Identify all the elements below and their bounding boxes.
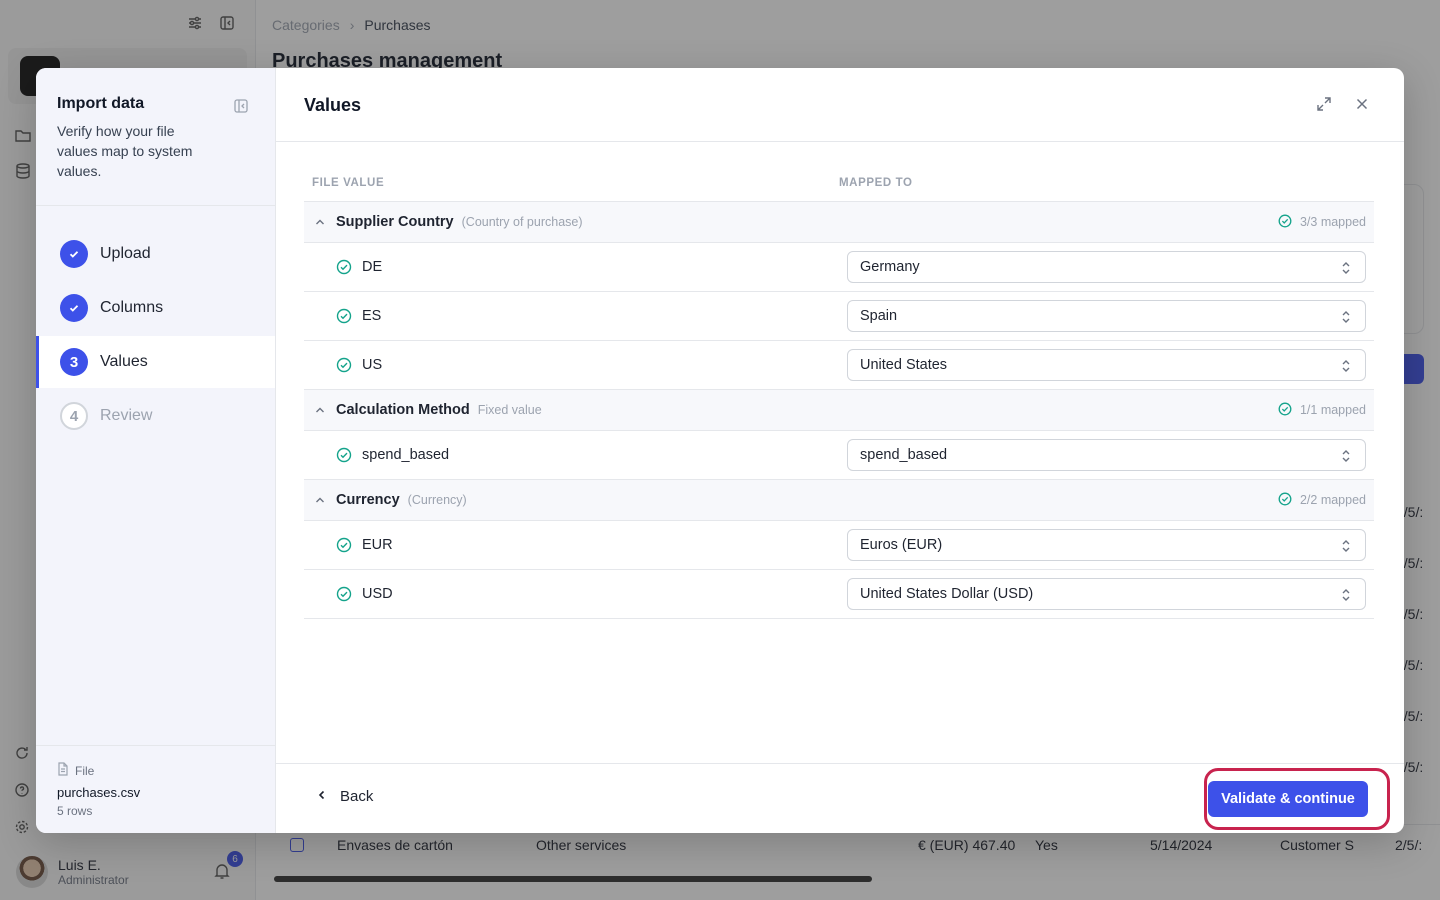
chevron-up-icon [314,404,326,416]
step-label: Columns [100,299,164,316]
close-icon[interactable] [1354,96,1370,112]
value-row: DE Germany [304,243,1374,292]
chevron-left-icon [316,788,328,805]
file-row-count: 5 rows [57,804,93,818]
file-value: US [362,357,383,373]
wizard-title: Import data [57,95,145,112]
file-name: purchases.csv [57,785,141,800]
selected-value: Germany [860,259,920,275]
check-icon [60,294,88,322]
step-label: Review [100,407,153,424]
group-name: Calculation Method [336,402,470,418]
step-values[interactable]: 3 Values [36,336,275,388]
file-label-text: File [75,763,95,778]
chevron-up-down-icon [1339,538,1353,554]
step-upload[interactable]: Upload [36,228,275,280]
chevron-up-icon [314,494,326,506]
selected-value: spend_based [860,447,948,463]
column-header-mapped-to: MAPPED TO [839,176,913,189]
mapped-value-select[interactable]: spend_based [847,439,1366,471]
group-row-supplier-country[interactable]: Supplier Country (Country of purchase) 3… [304,202,1374,243]
check-circle-icon [1278,402,1294,418]
group-row-currency[interactable]: Currency (Currency) 2/2 mapped [304,480,1374,521]
mapped-value-select[interactable]: Spain [847,300,1366,332]
selected-value: United States Dollar (USD) [860,586,1034,602]
file-value: ES [362,308,382,324]
value-row: EUR Euros (EUR) [304,521,1374,570]
back-label: Back [340,788,374,805]
check-circle-icon [336,447,352,463]
panel-title: Values [304,95,362,115]
check-icon [60,240,88,268]
file-icon [57,762,69,779]
group-row-calculation-method[interactable]: Calculation Method Fixed value 1/1 mappe… [304,390,1374,431]
panel-footer: Back Validate & continue [276,763,1404,833]
column-header-file-value: FILE VALUE [312,176,385,189]
check-circle-icon [336,357,352,373]
group-name: Currency [336,492,400,508]
mapping-status: 2/2 mapped [1278,492,1366,508]
file-value: USD [362,586,393,602]
wizard-steps: Upload Columns 3 Values 4 Review [36,228,275,442]
mapping-status-text: 1/1 mapped [1299,403,1366,417]
chevron-up-icon [314,216,326,228]
mapped-value-select[interactable]: Germany [847,251,1366,283]
check-circle-icon [1278,492,1294,508]
validate-continue-button[interactable]: Validate & continue [1208,781,1368,817]
file-value: spend_based [362,447,450,463]
mapped-value-select[interactable]: United States [847,349,1366,381]
selected-value: United States [860,357,948,373]
check-circle-icon [336,586,352,602]
selected-value: Euros (EUR) [860,537,943,553]
group-name: Supplier Country [336,214,454,230]
chevron-up-down-icon [1339,309,1353,325]
check-circle-icon [1278,214,1294,230]
mapping-status: 1/1 mapped [1278,402,1366,418]
group-hint: (Currency) [407,493,467,507]
check-circle-icon [336,308,352,324]
check-circle-icon [336,537,352,553]
table-header: FILE VALUE MAPPED TO [304,164,1374,202]
step-number: 4 [60,402,88,430]
wizard-description: Verify how your file values map to syste… [57,123,193,179]
value-row: USD United States Dollar (USD) [304,570,1374,619]
panel-header: Values [276,68,1404,142]
wizard-sidebar: Import data Verify how your file values … [36,68,276,833]
values-mapping-table: FILE VALUE MAPPED TO Supplier Country (C… [304,164,1374,619]
chevron-up-down-icon [1339,358,1353,374]
file-label: File [57,762,254,779]
group-hint: (Country of purchase) [461,215,583,229]
import-modal: Import data Verify how your file values … [36,68,1404,833]
mapped-value-select[interactable]: United States Dollar (USD) [847,578,1366,610]
selected-value: Spain [860,308,898,324]
values-panel: Values FILE VALUE MAPPED TO Supplier Cou… [276,68,1404,833]
mapping-status: 3/3 mapped [1278,214,1366,230]
file-value: EUR [362,537,393,553]
mapping-status-text: 3/3 mapped [1299,215,1366,229]
value-row: US United States [304,341,1374,390]
step-label: Upload [100,245,151,262]
value-row: ES Spain [304,292,1374,341]
expand-icon[interactable] [1316,96,1332,112]
chevron-up-down-icon [1339,448,1353,464]
mapped-value-select[interactable]: Euros (EUR) [847,529,1366,561]
step-review[interactable]: 4 Review [36,390,275,442]
step-label: Values [100,353,148,370]
group-hint: Fixed value [477,403,542,417]
wizard-header: Import data Verify how your file values … [36,68,275,206]
step-number: 3 [60,348,88,376]
file-value: DE [362,259,383,275]
file-info: File purchases.csv 5 rows [36,745,275,833]
header-actions [1316,96,1370,112]
collapse-panel-icon[interactable] [233,98,249,114]
value-row: spend_based spend_based [304,431,1374,480]
step-columns[interactable]: Columns [36,282,275,334]
back-button[interactable]: Back [316,788,373,805]
check-circle-icon [336,259,352,275]
mapping-status-text: 2/2 mapped [1299,493,1366,507]
chevron-up-down-icon [1339,587,1353,603]
chevron-up-down-icon [1339,260,1353,276]
